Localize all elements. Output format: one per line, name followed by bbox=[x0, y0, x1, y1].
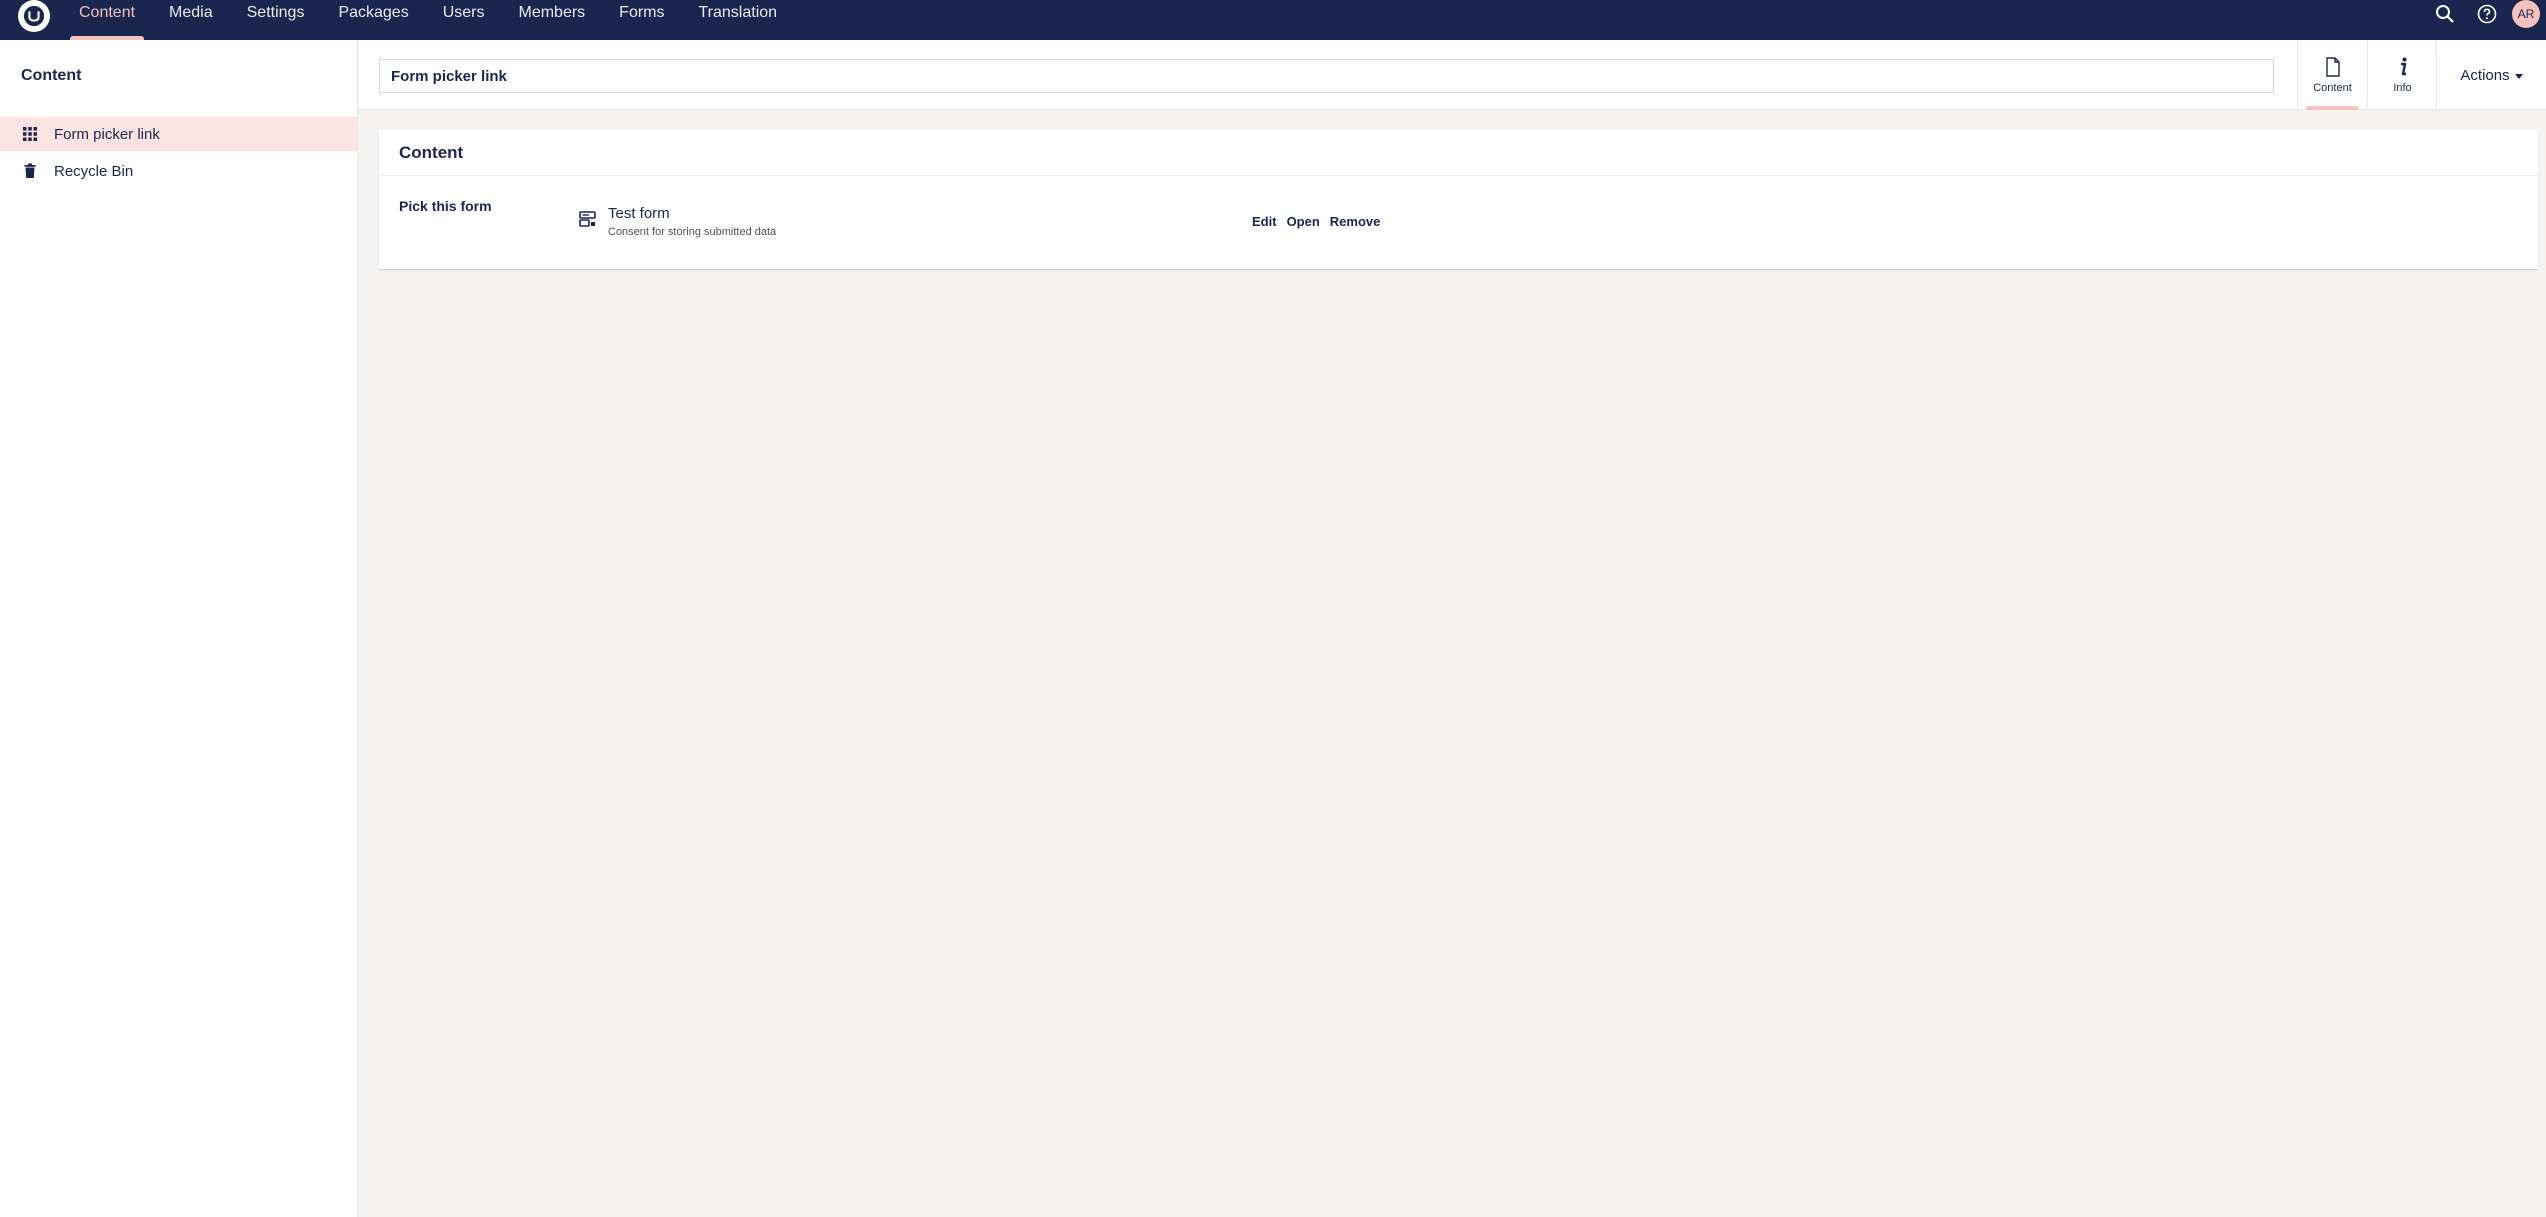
edit-button[interactable]: Edit bbox=[1252, 214, 1277, 229]
tab-content[interactable]: Content bbox=[2297, 40, 2367, 110]
node-name-input[interactable] bbox=[379, 59, 2274, 93]
user-avatar[interactable]: AR bbox=[2512, 0, 2540, 28]
sidebar: Content Form picker link Recycle Bin bbox=[0, 40, 358, 1217]
open-button[interactable]: Open bbox=[1287, 214, 1320, 229]
header-tools: AR bbox=[2424, 0, 2546, 28]
grid-icon bbox=[23, 127, 37, 141]
document-icon bbox=[2325, 57, 2340, 77]
tree-item-form-picker-link[interactable]: Form picker link bbox=[0, 117, 357, 151]
nav-item-translation[interactable]: Translation bbox=[682, 0, 795, 40]
top-bar: Content Media Settings Packages Users Me… bbox=[0, 0, 2546, 40]
info-icon bbox=[2400, 57, 2406, 76]
help-button[interactable] bbox=[2466, 0, 2508, 28]
actions-label: Actions bbox=[2460, 66, 2510, 84]
nav-item-media[interactable]: Media bbox=[152, 0, 230, 40]
form-node-text: Test form Consent for storing submitted … bbox=[608, 205, 776, 238]
tree-item-recycle-bin[interactable]: Recycle Bin bbox=[0, 154, 357, 188]
editor-header: Content Info Actions bbox=[359, 40, 2546, 110]
nav-item-packages[interactable]: Packages bbox=[321, 0, 425, 40]
tab-label: Content bbox=[2313, 82, 2352, 94]
tab-label: Info bbox=[2393, 82, 2412, 94]
property-label: Pick this form bbox=[399, 198, 492, 214]
tree-item-label: Form picker link bbox=[54, 125, 160, 143]
actions-dropdown[interactable]: Actions bbox=[2436, 40, 2546, 110]
nav-item-members[interactable]: Members bbox=[501, 0, 602, 40]
form-name: Test form bbox=[608, 205, 670, 222]
form-icon bbox=[579, 211, 596, 227]
nav-item-forms[interactable]: Forms bbox=[602, 0, 681, 40]
nav-item-users[interactable]: Users bbox=[426, 0, 502, 40]
form-description: Consent for storing submitted data bbox=[608, 226, 777, 238]
help-icon bbox=[2477, 4, 2497, 24]
search-button[interactable] bbox=[2424, 0, 2466, 28]
picked-form-node[interactable]: Test form Consent for storing submitted … bbox=[579, 205, 776, 238]
tree-item-label: Recycle Bin bbox=[54, 162, 134, 180]
content-panel: Content Pick this form Test form Consent… bbox=[379, 130, 2538, 269]
remove-button[interactable]: Remove bbox=[1330, 214, 1381, 229]
trash-icon bbox=[24, 163, 36, 178]
nav-item-content[interactable]: Content bbox=[62, 0, 152, 40]
umbraco-logo[interactable] bbox=[18, 0, 50, 32]
main-navigation: Content Media Settings Packages Users Me… bbox=[62, 0, 794, 40]
sidebar-title: Content bbox=[21, 67, 82, 84]
content-tree: Form picker link Recycle Bin bbox=[0, 117, 357, 191]
node-actions: Edit Open Remove bbox=[1252, 214, 1390, 229]
panel-title: Content bbox=[379, 130, 2538, 176]
search-icon bbox=[2436, 5, 2454, 23]
caret-down-icon bbox=[2514, 73, 2523, 79]
nav-item-settings[interactable]: Settings bbox=[230, 0, 322, 40]
tab-info[interactable]: Info bbox=[2367, 40, 2437, 110]
logo-icon bbox=[23, 5, 45, 27]
